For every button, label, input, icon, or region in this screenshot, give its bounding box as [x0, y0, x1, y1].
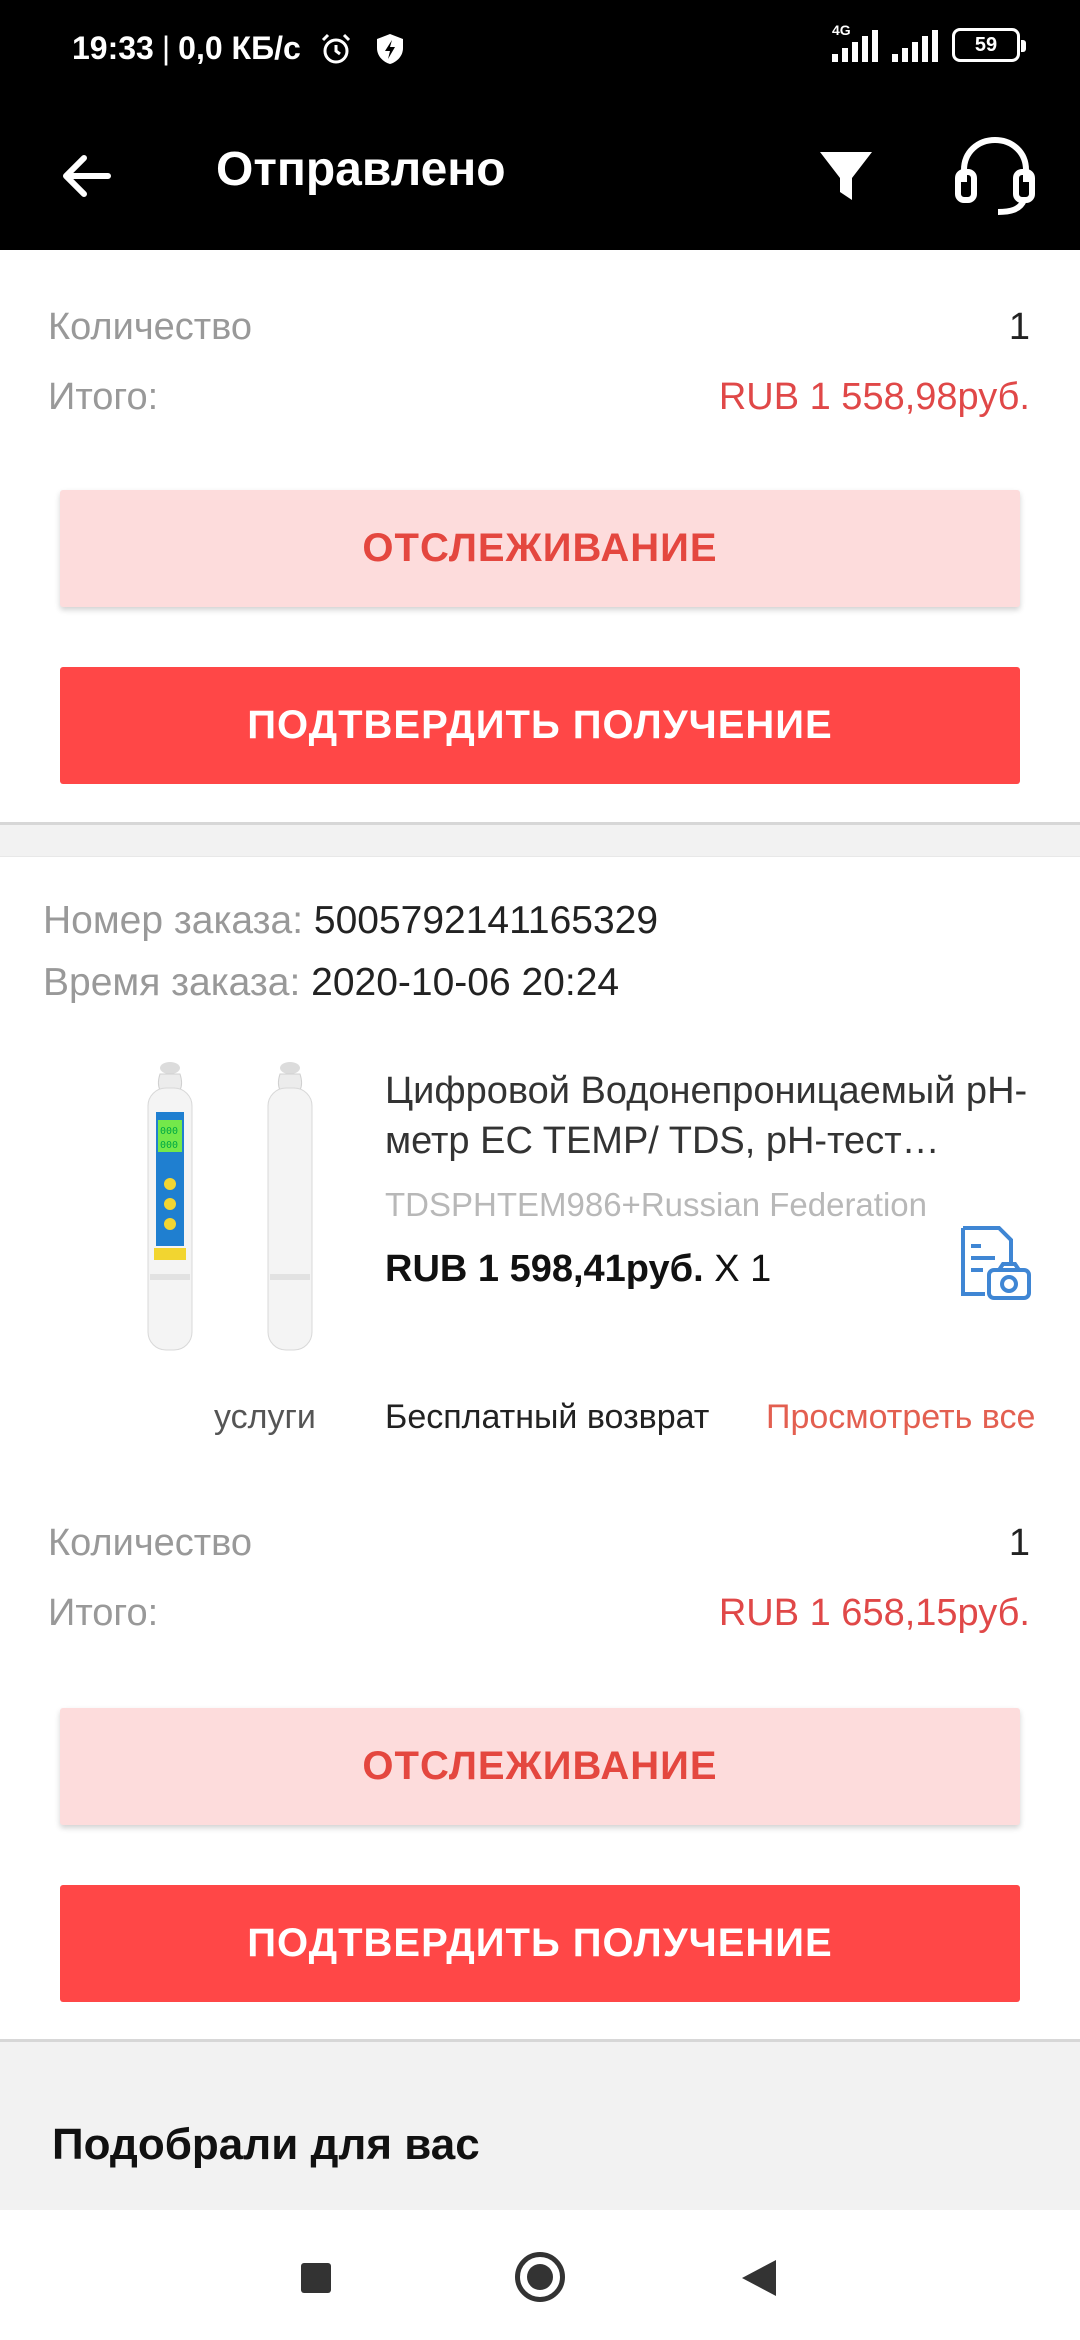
status-divider: |	[161, 30, 171, 66]
confirm-receipt-button-2[interactable]: ПОДТВЕРДИТЬ ПОЛУЧЕНИЕ	[60, 1885, 1020, 2002]
status-left: 19:33 | 0,0 КБ/с	[72, 30, 407, 67]
app-bar: Отправлено	[0, 104, 1080, 250]
total-row: Итого: RUB 1 558,98руб.	[48, 376, 1030, 419]
quantity-label: Количество	[48, 306, 253, 348]
status-time: 19:33	[72, 30, 154, 66]
order-time-row: Время заказа: 2020-10-06 20:24	[43, 961, 619, 1005]
quantity-row: Количество 1	[48, 306, 1030, 349]
system-nav-bar	[0, 2210, 1080, 2340]
product-image[interactable]: 000 000	[100, 1060, 350, 1360]
order-card-2: Номер заказа: 5005792141165329 Время зак…	[0, 856, 1080, 2042]
total-value: RUB 1 558,98руб.	[718, 376, 1030, 418]
total-label-2: Итого:	[48, 1592, 159, 1634]
product-sku: TDSPHTEM986+Russian Federation	[385, 1186, 927, 1223]
recommend-title: Подобрали для вас	[52, 2120, 480, 2169]
order-time: 2020-10-06 20:24	[311, 961, 620, 1004]
battery-icon: 59	[952, 28, 1026, 62]
order-number: 5005792141165329	[313, 899, 659, 942]
product-price: RUB 1 598,41руб.	[385, 1248, 704, 1290]
home-icon[interactable]	[515, 2252, 565, 2302]
signal-icon-2	[892, 28, 938, 62]
order-card-1: Количество 1 Итого: RUB 1 558,98руб. ОТС…	[0, 250, 1080, 825]
total-value-2: RUB 1 658,15руб.	[718, 1592, 1030, 1634]
status-speed: 0,0 КБ/с	[178, 30, 301, 66]
network-type: 4G	[832, 22, 851, 38]
product-price-row: RUB 1 598,41руб. X 1	[385, 1248, 771, 1291]
confirm-receipt-button[interactable]: ПОДТВЕРДИТЬ ПОЛУЧЕНИЕ	[60, 667, 1020, 784]
product-qty: X 1	[714, 1248, 772, 1290]
tracking-button[interactable]: ОТСЛЕЖИВАНИЕ	[60, 490, 1020, 607]
free-return-label: Бесплатный возврат	[385, 1398, 710, 1436]
back-arrow-icon[interactable]	[52, 140, 124, 212]
view-all-link[interactable]: Просмотреть все	[766, 1398, 1034, 1437]
status-right: 4G 59	[832, 22, 1026, 62]
status-bar: 19:33 | 0,0 КБ/с 4G 59	[0, 0, 1080, 104]
signal-4g: 4G	[832, 22, 878, 62]
battery-level: 59	[974, 33, 998, 56]
headset-icon[interactable]	[950, 130, 1040, 220]
photo-receipt-icon[interactable]	[955, 1224, 1033, 1302]
order-number-row: Номер заказа: 5005792141165329	[43, 899, 658, 943]
quantity-row-2: Количество 1	[48, 1522, 1030, 1565]
alarm-icon	[321, 33, 350, 63]
product-title[interactable]: Цифровой Водонепроницаемый pH-метр EC TE…	[385, 1066, 1035, 1166]
services-label: услуги	[214, 1398, 316, 1436]
order-number-label: Номер заказа:	[43, 899, 304, 942]
order-time-label: Время заказа:	[43, 961, 301, 1004]
svg-text:000: 000	[160, 1126, 178, 1137]
page-title: Отправлено	[216, 143, 506, 196]
back-icon[interactable]	[742, 2260, 776, 2296]
svg-text:000: 000	[160, 1140, 178, 1151]
recent-apps-icon[interactable]	[301, 2263, 331, 2293]
quantity-value-2: 1	[1008, 1522, 1030, 1564]
quantity-value: 1	[1008, 306, 1030, 348]
total-row-2: Итого: RUB 1 658,15руб.	[48, 1592, 1030, 1635]
total-label: Итого:	[48, 376, 159, 418]
filter-icon[interactable]	[810, 140, 882, 212]
shield-icon	[376, 33, 403, 64]
quantity-label-2: Количество	[48, 1522, 253, 1564]
tracking-button-2[interactable]: ОТСЛЕЖИВАНИЕ	[60, 1708, 1020, 1825]
